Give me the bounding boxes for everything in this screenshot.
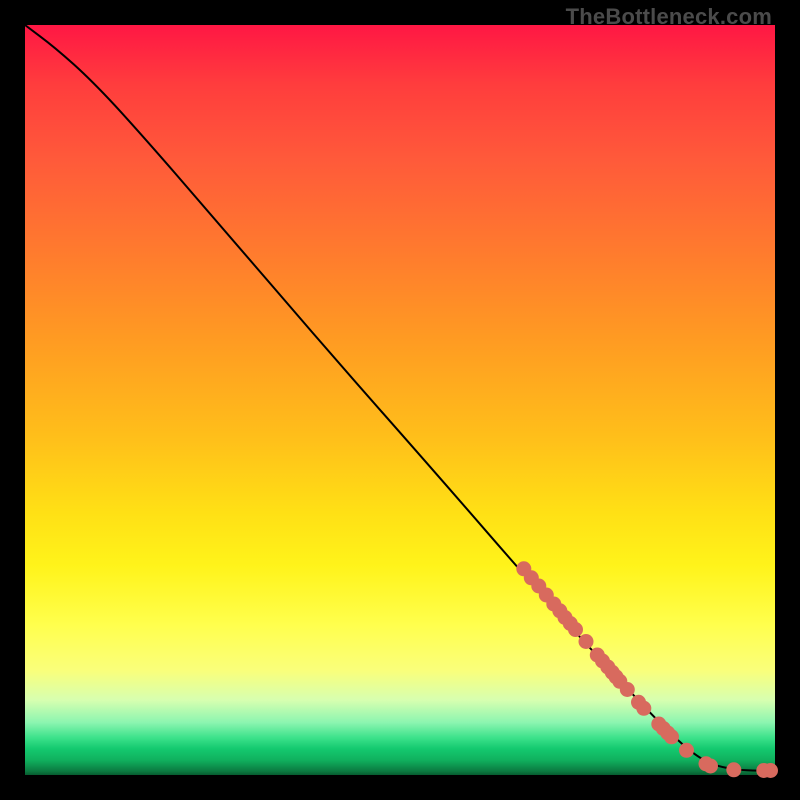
data-point [726,762,741,777]
marker-group [516,561,778,778]
data-point [568,622,583,637]
data-point [703,759,718,774]
data-point [579,634,594,649]
data-point [664,729,679,744]
data-point [636,701,651,716]
data-point [763,763,778,778]
data-point [679,743,694,758]
data-point [620,682,635,697]
main-curve [25,25,775,771]
chart-frame: TheBottleneck.com [0,0,800,800]
chart-svg [25,25,775,775]
plot-area [25,25,775,775]
